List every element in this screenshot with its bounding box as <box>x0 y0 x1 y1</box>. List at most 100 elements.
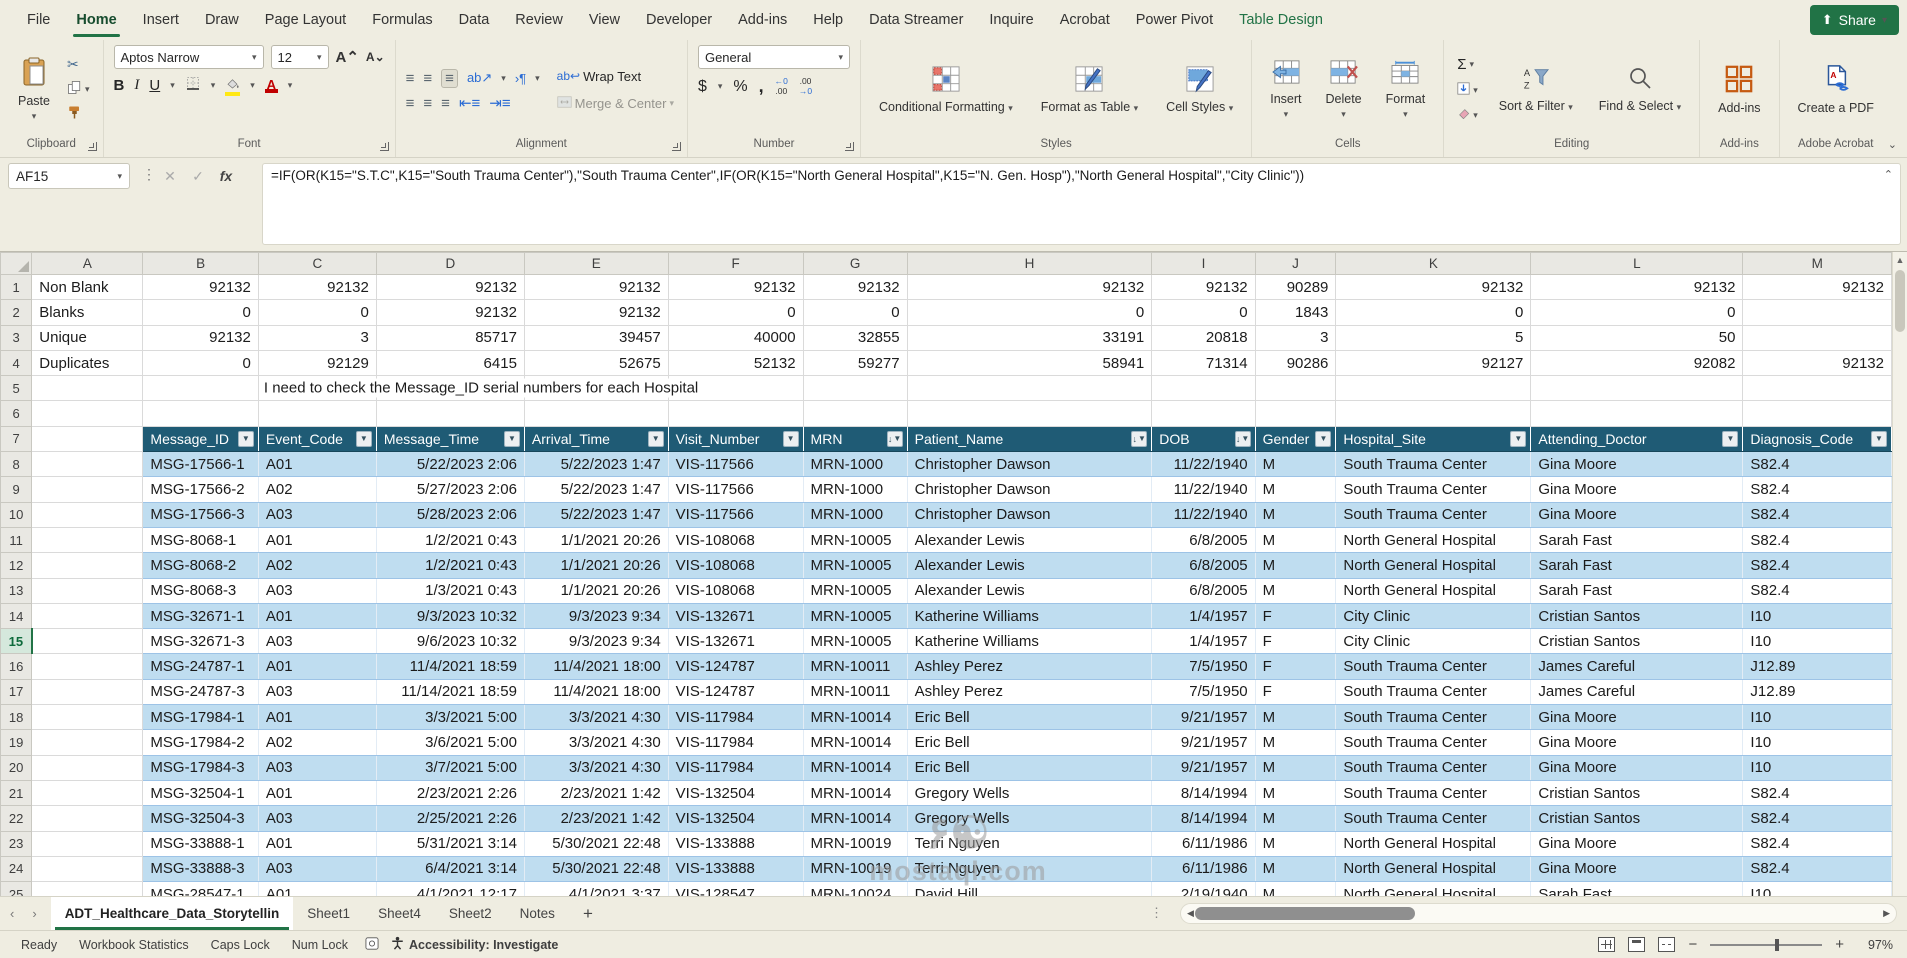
cell-C21[interactable]: A01 <box>258 780 376 805</box>
cell-K21[interactable]: South Trauma Center <box>1336 780 1531 805</box>
cell-I11[interactable]: 6/8/2005 <box>1152 527 1255 552</box>
cell-C19[interactable]: A02 <box>258 730 376 755</box>
row-header-16[interactable]: 16 <box>1 654 32 679</box>
cell-J3[interactable]: 3 <box>1255 325 1336 350</box>
row-header-22[interactable]: 22 <box>1 806 32 831</box>
cell-C10[interactable]: A03 <box>258 502 376 527</box>
cell-D9[interactable]: 5/27/2023 2:06 <box>376 477 524 502</box>
cell-F21[interactable]: VIS-132504 <box>668 780 803 805</box>
status-num-lock[interactable]: Num Lock <box>281 938 359 952</box>
cell-F3[interactable]: 40000 <box>668 325 803 350</box>
cell-K20[interactable]: South Trauma Center <box>1336 755 1531 780</box>
align-top-icon[interactable]: ≡ <box>406 71 415 86</box>
cell-B1[interactable]: 92132 <box>143 275 258 300</box>
cell-M25[interactable]: I10 <box>1743 882 1892 896</box>
cell-E9[interactable]: 5/22/2023 1:47 <box>524 477 668 502</box>
cell-L15[interactable]: Cristian Santos <box>1531 629 1743 654</box>
cell-A1[interactable]: Non Blank <box>32 275 143 300</box>
cell-M11[interactable]: S82.4 <box>1743 527 1892 552</box>
cell-C18[interactable]: A01 <box>258 705 376 730</box>
horizontal-scrollbar[interactable]: ◀ ▶ <box>1180 903 1897 924</box>
cell-H9[interactable]: Christopher Dawson <box>907 477 1152 502</box>
cell-M3[interactable] <box>1743 325 1892 350</box>
ribbon-tab-page-layout[interactable]: Page Layout <box>252 0 359 40</box>
cell-J19[interactable]: M <box>1255 730 1336 755</box>
cell-F4[interactable]: 52132 <box>668 350 803 375</box>
zoom-out-button[interactable]: − <box>1688 936 1697 953</box>
cell-J25[interactable]: M <box>1255 882 1336 896</box>
share-button[interactable]: ⬆ Share ▾ <box>1810 5 1899 35</box>
cell-L12[interactable]: Sarah Fast <box>1531 553 1743 578</box>
cell-J4[interactable]: 90286 <box>1255 350 1336 375</box>
cell-L14[interactable]: Cristian Santos <box>1531 603 1743 628</box>
cell-A12[interactable] <box>32 553 143 578</box>
status-workbook-statistics[interactable]: Workbook Statistics <box>68 938 200 952</box>
cell-D8[interactable]: 5/22/2023 2:06 <box>376 452 524 477</box>
table-header-arrival_time[interactable]: Arrival_Time▼ <box>524 426 668 451</box>
cell-B10[interactable]: MSG-17566-3 <box>143 502 258 527</box>
cell-M13[interactable]: S82.4 <box>1743 578 1892 603</box>
cell-K13[interactable]: North General Hospital <box>1336 578 1531 603</box>
cell-E17[interactable]: 11/4/2021 18:00 <box>524 679 668 704</box>
cell-E21[interactable]: 2/23/2021 1:42 <box>524 780 668 805</box>
cell-L2[interactable]: 0 <box>1531 300 1743 325</box>
cell-I6[interactable] <box>1152 401 1255 426</box>
cell-J20[interactable]: M <box>1255 755 1336 780</box>
fill-color-button[interactable] <box>225 76 240 96</box>
cell-C24[interactable]: A03 <box>258 856 376 881</box>
cell-H11[interactable]: Alexander Lewis <box>907 527 1152 552</box>
cell-G2[interactable]: 0 <box>803 300 907 325</box>
ribbon-tab-formulas[interactable]: Formulas <box>359 0 445 40</box>
cell-B4[interactable]: 0 <box>143 350 258 375</box>
cell-A7[interactable] <box>32 426 143 451</box>
cell-D13[interactable]: 1/3/2021 0:43 <box>376 578 524 603</box>
row-header-1[interactable]: 1 <box>1 275 32 300</box>
decrease-indent-icon[interactable]: ⇤≡ <box>459 96 480 111</box>
cell-I25[interactable]: 2/19/1940 <box>1152 882 1255 896</box>
ribbon-tab-data[interactable]: Data <box>446 0 503 40</box>
column-header-L[interactable]: L <box>1531 253 1743 275</box>
ribbon-tab-help[interactable]: Help <box>800 0 856 40</box>
filter-button[interactable]: ▼ <box>1871 431 1887 447</box>
table-header-dob[interactable]: DOB↓▼ <box>1152 426 1255 451</box>
cell-J23[interactable]: M <box>1255 831 1336 856</box>
cell-J10[interactable]: M <box>1255 502 1336 527</box>
cell-G3[interactable]: 32855 <box>803 325 907 350</box>
ribbon-tab-draw[interactable]: Draw <box>192 0 252 40</box>
cell-E6[interactable] <box>524 401 668 426</box>
cell-L24[interactable]: Gina Moore <box>1531 856 1743 881</box>
cell-J18[interactable]: M <box>1255 705 1336 730</box>
cell-G24[interactable]: MRN-10019 <box>803 856 907 881</box>
row-header-11[interactable]: 11 <box>1 527 32 552</box>
decrease-font-button[interactable]: A⌄ <box>366 50 385 64</box>
row-header-24[interactable]: 24 <box>1 856 32 881</box>
row-header-2[interactable]: 2 <box>1 300 32 325</box>
page-break-view-button[interactable] <box>1658 937 1675 952</box>
table-header-message_time[interactable]: Message_Time▼ <box>376 426 524 451</box>
cell-M10[interactable]: S82.4 <box>1743 502 1892 527</box>
cell-H22[interactable]: Gregory Wells <box>907 806 1152 831</box>
cell-I23[interactable]: 6/11/1986 <box>1152 831 1255 856</box>
format-painter-button[interactable] <box>64 103 93 125</box>
ribbon-tab-review[interactable]: Review <box>502 0 576 40</box>
cell-G6[interactable] <box>803 401 907 426</box>
ribbon-tab-inquire[interactable]: Inquire <box>976 0 1046 40</box>
cell-E10[interactable]: 5/22/2023 1:47 <box>524 502 668 527</box>
column-header-D[interactable]: D <box>376 253 524 275</box>
cell-M14[interactable]: I10 <box>1743 603 1892 628</box>
zoom-in-button[interactable]: + <box>1835 936 1844 953</box>
filter-button[interactable]: ▼ <box>1315 431 1331 447</box>
cell-E8[interactable]: 5/22/2023 1:47 <box>524 452 668 477</box>
ribbon-tab-developer[interactable]: Developer <box>633 0 725 40</box>
normal-view-button[interactable] <box>1598 937 1615 952</box>
addins-button[interactable]: Add-ins <box>1710 60 1768 119</box>
column-header-J[interactable]: J <box>1255 253 1336 275</box>
cell-C23[interactable]: A01 <box>258 831 376 856</box>
cell-H8[interactable]: Christopher Dawson <box>907 452 1152 477</box>
italic-button[interactable]: I <box>134 77 139 94</box>
cell-K6[interactable] <box>1336 401 1531 426</box>
cell-G19[interactable]: MRN-10014 <box>803 730 907 755</box>
cell-F14[interactable]: VIS-132671 <box>668 603 803 628</box>
cell-J21[interactable]: M <box>1255 780 1336 805</box>
cell-G11[interactable]: MRN-10005 <box>803 527 907 552</box>
